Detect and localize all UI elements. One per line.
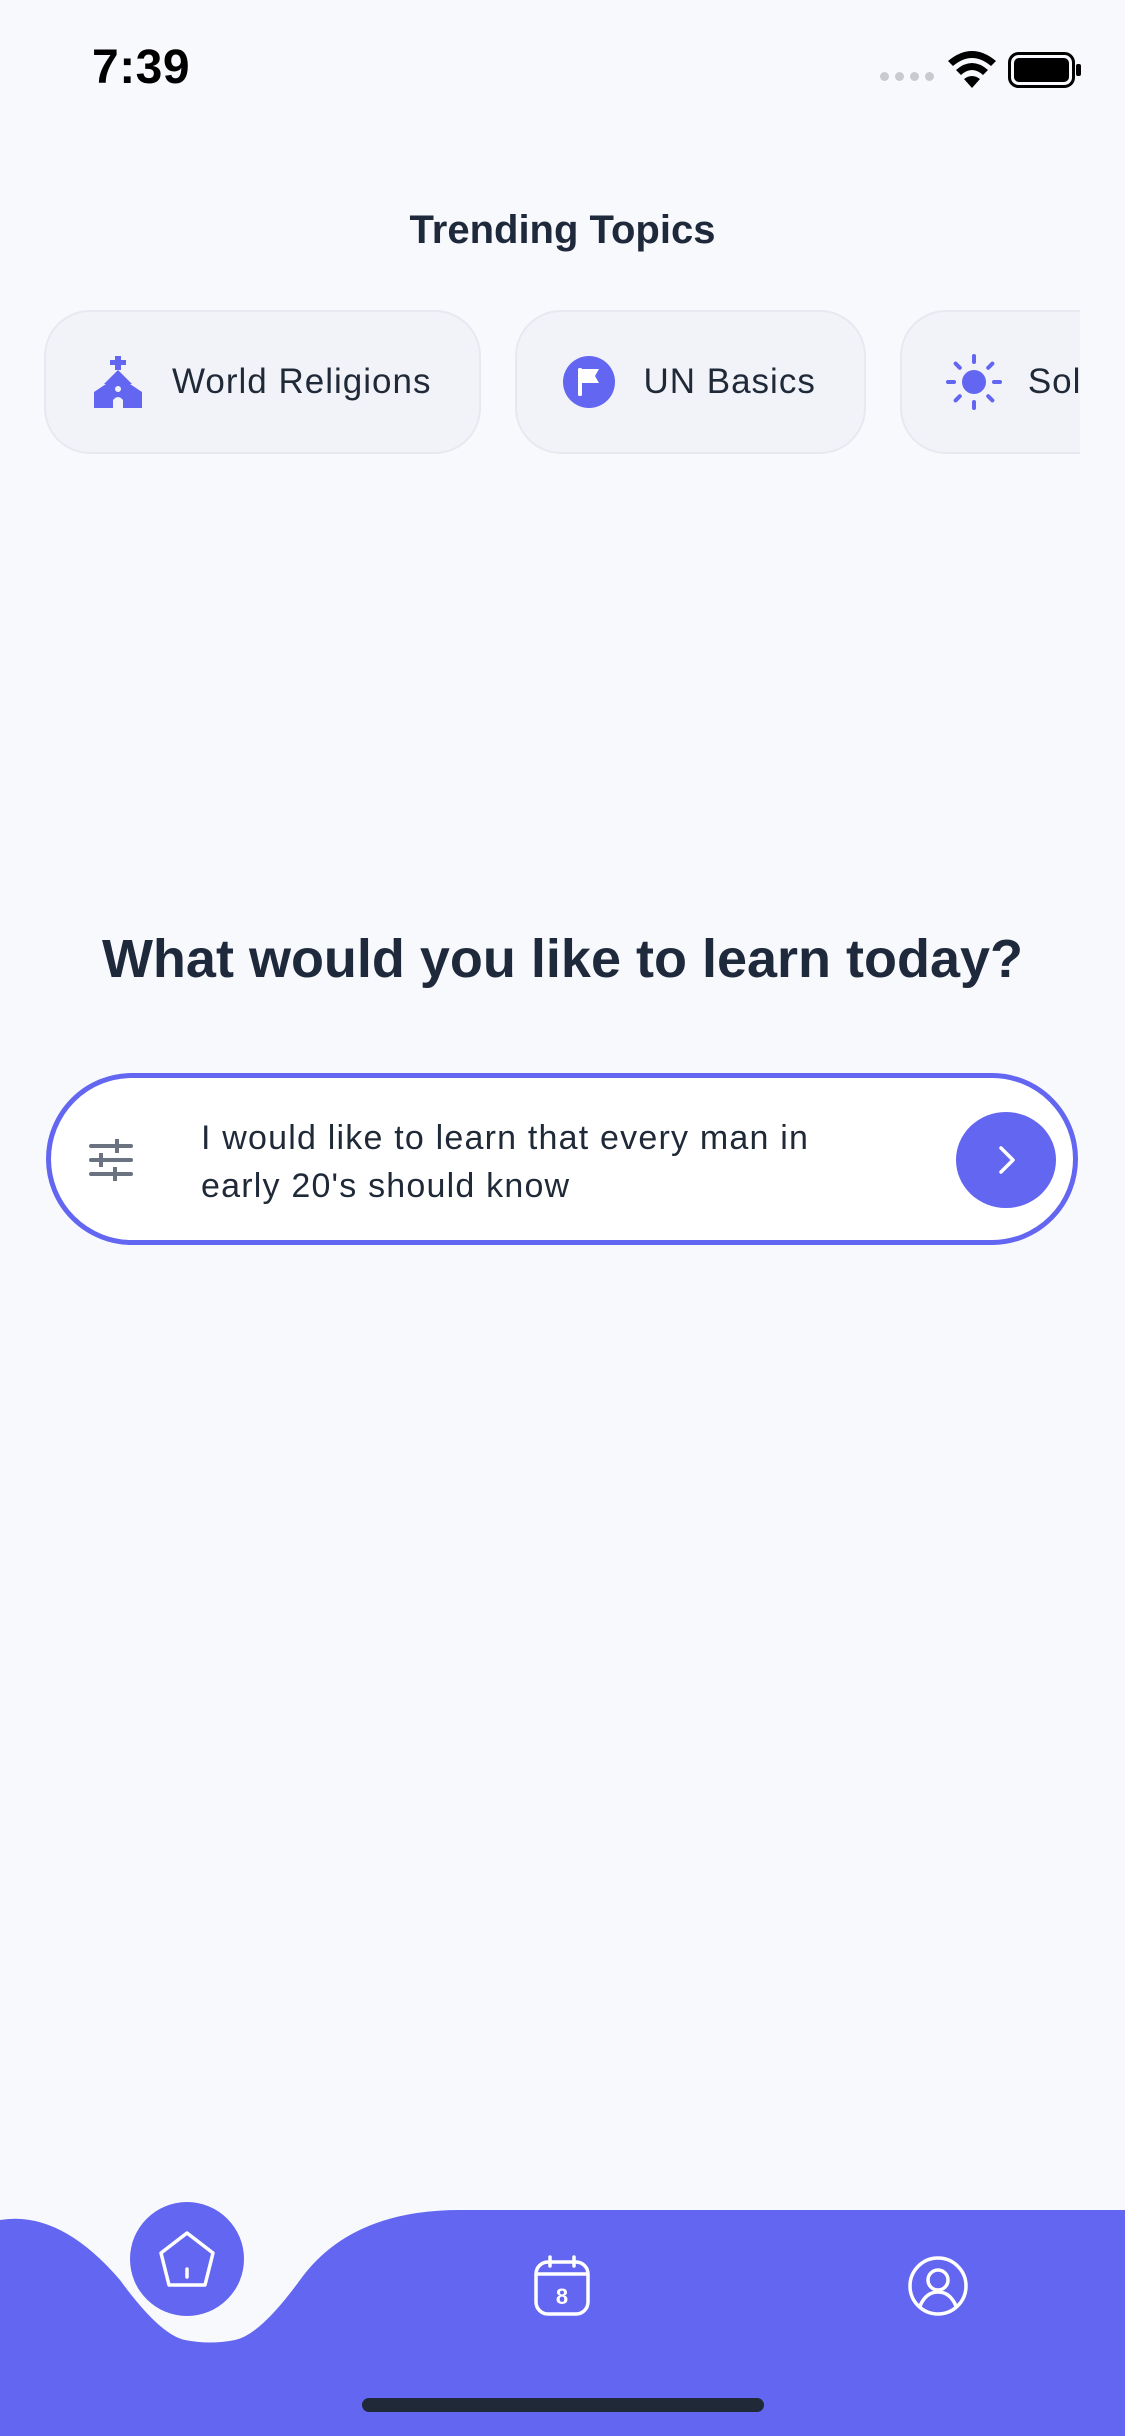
topic-chip-un-basics[interactable]: UN Basics — [515, 310, 866, 454]
sun-icon — [945, 354, 1002, 410]
learn-query-input[interactable]: I would like to learn that every man in … — [46, 1073, 1078, 1245]
learn-query-text[interactable]: I would like to learn that every man in … — [201, 1114, 851, 1210]
chevron-right-icon — [999, 1146, 1015, 1174]
status-time: 7:39 — [92, 41, 191, 94]
calendar-badge: 8 — [556, 2284, 568, 2309]
submit-button[interactable] — [956, 1112, 1056, 1208]
status-bar: 7:39 — [0, 0, 1125, 140]
trending-title: Trending Topics — [409, 208, 716, 252]
home-indicator — [362, 2398, 764, 2412]
topic-chip-solar[interactable]: Solar — [899, 310, 1080, 454]
topic-label: World Religions — [172, 362, 432, 401]
flag-icon — [563, 356, 616, 408]
nav-home-button[interactable] — [130, 2202, 244, 2316]
nav-profile-button[interactable] — [906, 2254, 970, 2318]
filter-sliders-icon[interactable] — [87, 1136, 135, 1184]
topic-chip-world-religions[interactable]: World Religions — [44, 310, 482, 454]
profile-icon — [908, 2256, 968, 2316]
calendar-icon: 8 — [534, 2255, 590, 2316]
topic-label: UN Basics — [643, 362, 816, 401]
trending-topics-list[interactable]: World Religions UN Basics Solar — [44, 310, 1080, 460]
wifi-icon — [948, 51, 996, 88]
signal-icon — [880, 72, 934, 81]
home-icon — [159, 2231, 215, 2287]
page-headline: What would you like to learn today? — [101, 929, 1024, 989]
topic-label: Solar — [1027, 362, 1080, 401]
battery-icon — [1008, 52, 1081, 88]
nav-calendar-button[interactable]: 8 — [530, 2254, 594, 2318]
church-icon — [94, 356, 142, 408]
